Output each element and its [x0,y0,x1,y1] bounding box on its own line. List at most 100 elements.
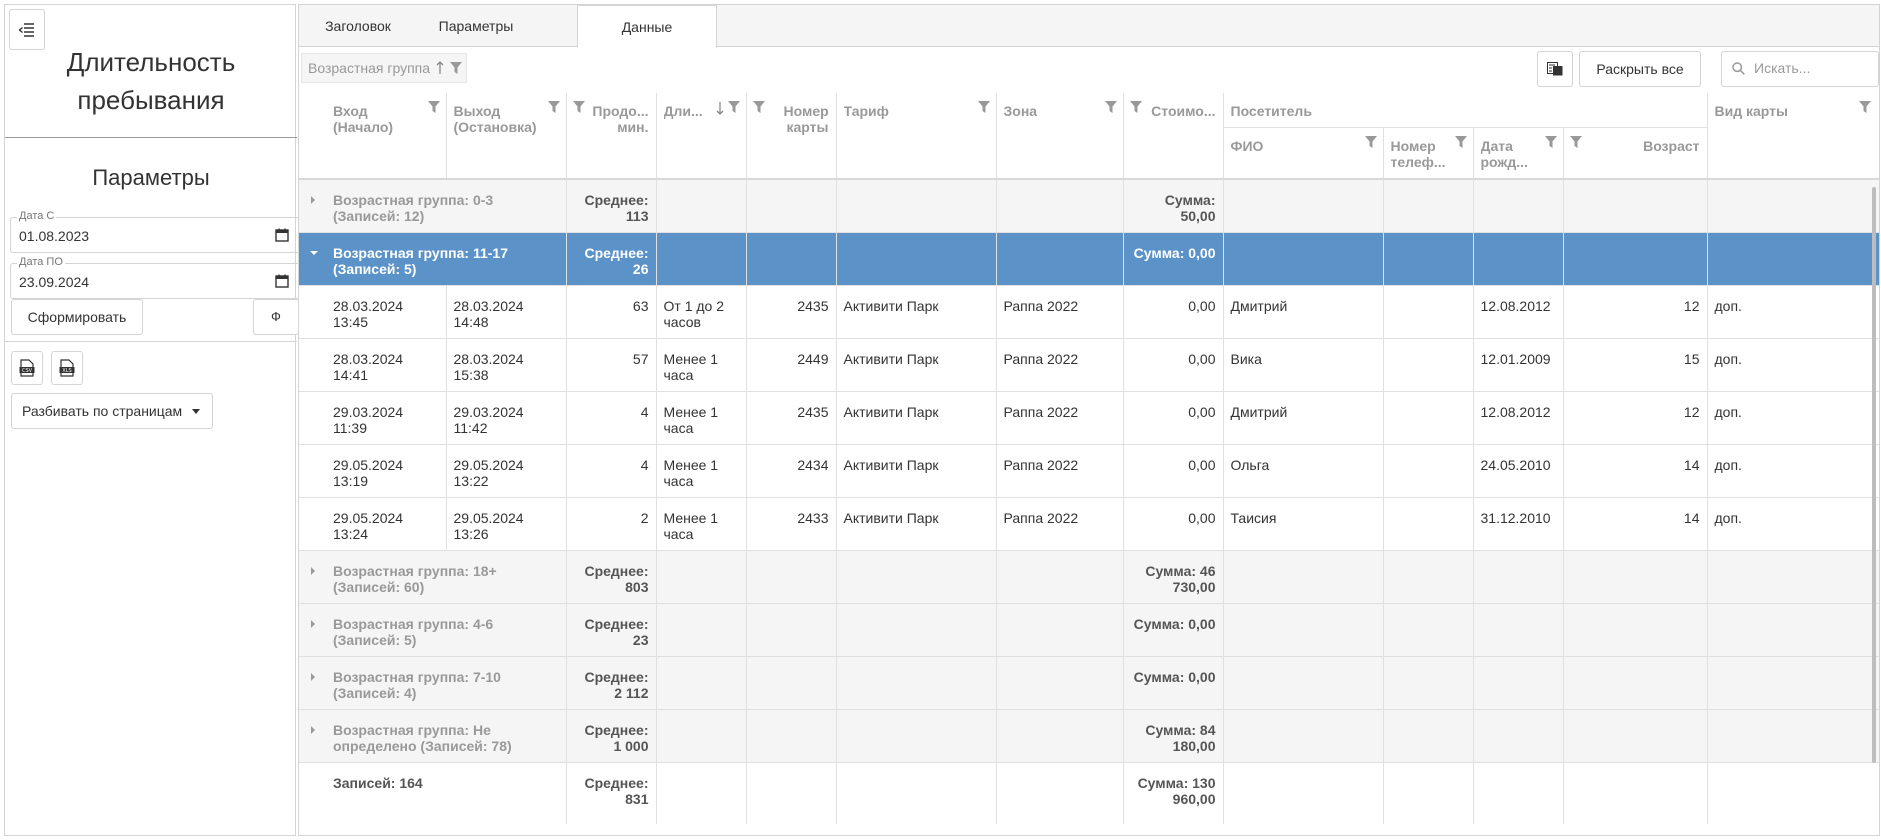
date-to-value[interactable]: 23.09.2024 [19,274,89,290]
generate-report-button[interactable]: Сформировать [11,299,143,335]
cell-entry: 29.03.2024 11:39 [326,391,447,445]
cell-phone [1383,391,1474,445]
cell-cost: 0,00 [1123,285,1224,339]
group-row[interactable]: Возрастная группа: Не определено (Записе… [299,709,1879,763]
grid-toolbar: Возрастная группа Раскрыть все [299,48,1879,93]
date-to-field[interactable]: Дата ПО 23.09.2024 [10,256,300,299]
pagination-label: Разбивать по страницам [22,403,183,419]
filter-icon[interactable] [1364,135,1377,148]
caret-down-icon [192,409,200,414]
column-header-zone[interactable]: Зона [996,93,1124,180]
column-header-phone[interactable]: Номер телеф... [1383,127,1474,180]
filter-icon[interactable] [1454,135,1467,148]
export-xls-button[interactable]: XLS [51,351,83,385]
sort-descending-icon[interactable] [716,101,724,115]
column-chooser-button[interactable] [1537,51,1573,87]
filter-icon[interactable] [427,101,440,113]
pagination-dropdown[interactable]: Разбивать по страницам [11,393,213,429]
filter-icon[interactable] [977,101,990,113]
cell-duration: Менее 1 часа [656,391,747,445]
expand-toggle[interactable] [299,709,326,763]
cell-birth: 12.08.2012 [1473,285,1564,339]
calendar-icon[interactable] [275,274,289,288]
group-by-chip[interactable]: Возрастная группа [301,53,467,83]
expand-all-button[interactable]: Раскрыть все [1579,51,1701,87]
column-header-tariff[interactable]: Тариф [836,93,997,180]
group-row[interactable]: Возрастная группа: 18+ (Записей: 60) Сре… [299,550,1879,604]
chevron-right-icon[interactable] [311,672,315,681]
column-header-fio[interactable]: ФИО [1223,127,1384,180]
cell-card-type: доп. [1707,338,1879,392]
chevron-right-icon[interactable] [311,619,315,628]
column-header-duration[interactable]: Дли... [656,93,747,180]
group-row[interactable]: Возрастная группа: 0-3 (Записей: 12) Сре… [299,179,1879,233]
table-row[interactable]: 28.03.2024 13:45 28.03.2024 14:48 63 От … [299,285,1879,339]
column-header-exit[interactable]: Выход (Остановка) [446,93,567,180]
column-header-duration-minutes[interactable]: Продо... мин. [566,93,657,180]
cell-duration: От 1 до 2 часов [656,285,747,339]
cell-age: 15 [1563,338,1708,392]
cell-birth: 12.01.2009 [1473,338,1564,392]
column-header-birth-date[interactable]: Дата рожд... [1473,127,1564,180]
filter-icon[interactable] [1569,135,1582,148]
chevron-right-icon[interactable] [311,196,315,204]
tab-parameters[interactable]: Параметры [417,5,535,47]
column-header-entry[interactable]: Вход (Начало) [326,93,447,180]
filter-icon[interactable] [1859,101,1871,113]
chevron-right-icon[interactable] [311,725,315,734]
filter-icon[interactable] [1544,135,1557,148]
cell-tariff: Активити Парк [836,497,997,551]
column-header-cost[interactable]: Стоимо... [1123,93,1224,180]
search-input[interactable] [1754,60,1874,76]
chevron-down-icon[interactable] [310,250,318,255]
column-header-card-type[interactable]: Вид карты [1707,93,1879,180]
date-from-value[interactable]: 01.08.2023 [19,228,89,244]
filter-icon[interactable] [1129,101,1142,113]
group-row[interactable]: Возрастная группа: 7-10 (Записей: 4) Сре… [299,656,1879,710]
group-row[interactable]: Возрастная группа: 4-6 (Записей: 5) Сред… [299,603,1879,657]
tab-header[interactable]: Заголовок [299,5,417,47]
chevron-right-icon[interactable] [311,566,315,575]
cell-entry: 28.03.2024 13:45 [326,285,447,339]
expand-toggle[interactable] [299,656,326,710]
sort-ascending-icon[interactable] [436,61,444,75]
column-header-card-number[interactable]: Номер карты [746,93,837,180]
expand-toggle[interactable] [299,550,326,604]
table-row[interactable]: 28.03.2024 14:41 28.03.2024 15:38 57 Мен… [299,338,1879,392]
vertical-scrollbar[interactable] [1872,187,1876,763]
filter-icon[interactable] [752,101,765,113]
cell-card-type: доп. [1707,497,1879,551]
divider [5,137,297,138]
filter-icon[interactable] [547,101,560,113]
collapse-toggle[interactable] [299,232,326,286]
filter-button[interactable]: Ф [253,299,299,335]
cell-card: 2435 [746,285,837,339]
cell-birth: 24.05.2010 [1473,444,1564,498]
search-field[interactable] [1721,51,1879,87]
column-header-age[interactable]: Возраст [1563,127,1708,180]
group-sum: Сумма: 0,00 [1123,603,1224,657]
cell-fio: Ольга [1223,444,1384,498]
cell-fio: Вика [1223,338,1384,392]
filter-icon[interactable] [1104,101,1117,113]
table-row[interactable]: 29.05.2024 13:19 29.05.2024 13:22 4 Мене… [299,444,1879,498]
export-csv-button[interactable]: CSV [11,351,43,385]
expand-toggle[interactable] [299,179,326,233]
cell-fio: Дмитрий [1223,391,1384,445]
column-band-visitor: Посетитель [1223,93,1708,128]
calendar-icon[interactable] [275,228,289,242]
expand-toggle[interactable] [299,603,326,657]
table-row[interactable]: 29.03.2024 11:39 29.03.2024 11:42 4 Мене… [299,391,1879,445]
cell-zone: Раппа 2022 [996,391,1124,445]
group-title: Возрастная группа: Не определено (Записе… [326,709,567,763]
filter-icon[interactable] [572,101,585,113]
total-records: Записей: 164 [326,762,567,824]
table-row[interactable]: 29.05.2024 13:24 29.05.2024 13:26 2 Мене… [299,497,1879,551]
filter-icon[interactable] [727,101,740,113]
date-from-field[interactable]: Дата С 01.08.2023 [10,210,300,253]
filter-icon[interactable] [450,62,462,74]
cell-entry: 28.03.2024 14:41 [326,338,447,392]
group-title: Возрастная группа: 0-3 (Записей: 12) [326,179,567,233]
group-row-selected[interactable]: Возрастная группа: 11-17 (Записей: 5) Ср… [299,232,1879,286]
tab-data[interactable]: Данные [577,5,717,48]
